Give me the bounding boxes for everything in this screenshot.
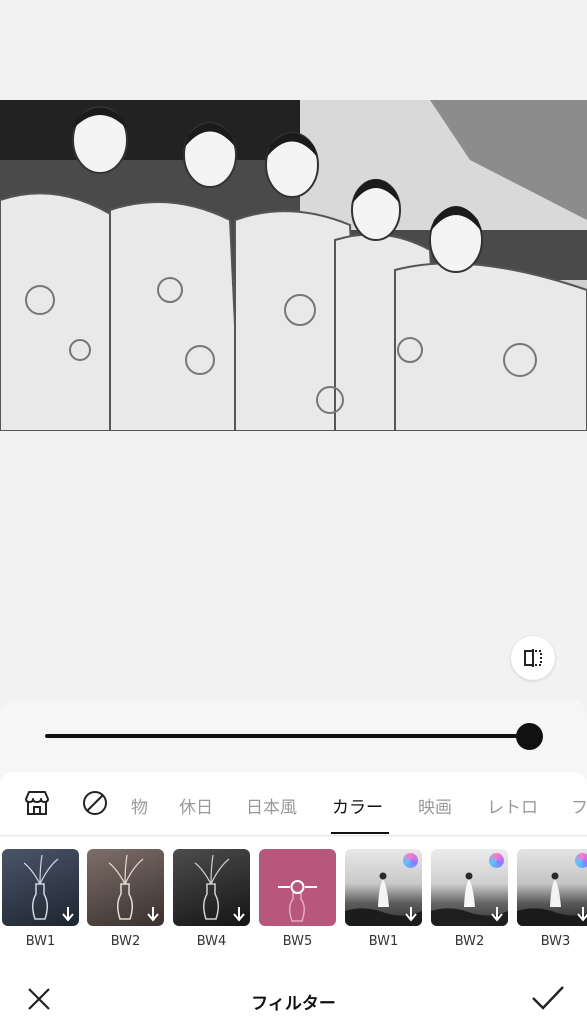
tab-japanese[interactable]: 日本風 — [246, 793, 297, 818]
filter-thumb-bw1-vase[interactable] — [2, 849, 79, 926]
filter-label: BW1 — [368, 934, 399, 949]
tab-color[interactable]: カラー — [332, 793, 383, 818]
filter-thumb-bw3-sea[interactable] — [517, 849, 587, 926]
filter-thumb-bw2-sea[interactable] — [431, 849, 508, 926]
strength-slider-handle[interactable] — [515, 723, 543, 750]
no-filter-icon — [83, 791, 107, 815]
compare-button[interactable] — [511, 636, 555, 680]
tab-holiday[interactable]: 休日 — [179, 793, 213, 818]
strength-slider-track[interactable] — [45, 734, 529, 738]
filter-label: BW5 — [282, 934, 313, 949]
download-arrow-icon — [233, 907, 245, 922]
filter-thumb-bw2-vase[interactable] — [87, 849, 164, 926]
tab-next-partial[interactable]: フ — [571, 793, 587, 818]
active-tab-indicator — [331, 832, 389, 834]
filter-store-button[interactable] — [22, 788, 52, 818]
screen-title: フィルター — [251, 994, 336, 1014]
adjust-slider-icon — [278, 880, 317, 894]
check-icon[interactable] — [531, 984, 565, 1012]
photo-preview — [0, 100, 587, 431]
tab-movie[interactable]: 映画 — [418, 793, 452, 818]
store-icon — [25, 791, 49, 815]
filter-label: BW1 — [25, 934, 56, 949]
download-arrow-icon — [405, 907, 417, 922]
compare-icon — [524, 649, 542, 667]
no-filter-button[interactable] — [80, 788, 110, 818]
filter-label: BW4 — [196, 934, 227, 949]
filter-thumb-bw4-vase[interactable] — [173, 849, 250, 926]
filter-label: BW2 — [110, 934, 141, 949]
premium-badge-icon — [403, 853, 418, 868]
premium-badge-icon — [489, 853, 504, 868]
tab-retro[interactable]: レトロ — [487, 793, 538, 818]
download-arrow-icon — [491, 907, 503, 922]
download-arrow-icon — [62, 907, 74, 922]
photo-image — [0, 100, 587, 431]
filter-label: BW2 — [454, 934, 485, 949]
filter-thumb-bw5-selected[interactable] — [259, 849, 336, 926]
download-arrow-icon — [147, 907, 159, 922]
tab-mono[interactable]: 物 — [131, 793, 148, 818]
premium-badge-icon — [575, 853, 587, 868]
filter-label: BW3 — [540, 934, 571, 949]
download-arrow-icon — [577, 907, 587, 922]
filter-thumb-bw1-sea[interactable] — [345, 849, 422, 926]
